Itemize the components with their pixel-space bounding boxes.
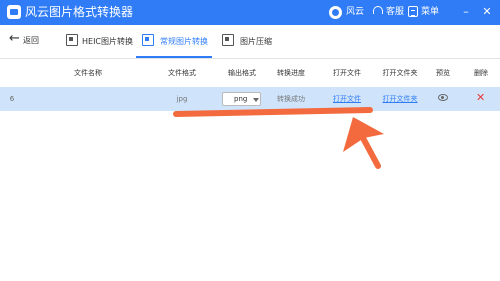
app-logo-icon bbox=[7, 5, 21, 19]
tab-image-compress[interactable]: 图片压缩 bbox=[218, 25, 278, 58]
open-file-link[interactable]: 打开文件 bbox=[333, 95, 361, 104]
tab-bar: ← 返回 HEIC图片转换 常规图片转换 图片压缩 bbox=[0, 25, 500, 59]
close-button[interactable]: ✕ bbox=[480, 5, 494, 19]
app-title: 风云图片格式转换器 bbox=[25, 5, 134, 19]
table-header: 文件名称 文件格式 输出格式 转换进度 打开文件 打开文件夹 预览 删除 bbox=[0, 59, 500, 88]
tab-label: HEIC图片转换 bbox=[82, 37, 134, 46]
chevron-down-icon bbox=[253, 98, 259, 102]
tab-label: 图片压缩 bbox=[240, 37, 272, 46]
heic-image-icon bbox=[66, 34, 78, 46]
row-index: 6 bbox=[9, 95, 15, 103]
file-list-empty-area bbox=[0, 111, 500, 281]
menu-icon[interactable] bbox=[408, 6, 418, 17]
fengyun-brand-icon[interactable] bbox=[329, 6, 342, 19]
row-progress-status: 转换成功 bbox=[277, 95, 305, 103]
header-delete: 删除 bbox=[474, 69, 488, 77]
tab-heic-convert[interactable]: HEIC图片转换 bbox=[62, 25, 134, 58]
tab-regular-convert[interactable]: 常规图片转换 bbox=[136, 25, 212, 58]
tab-label: 常规图片转换 bbox=[160, 37, 208, 46]
image-compress-icon bbox=[222, 34, 234, 46]
header-open-file: 打开文件 bbox=[333, 69, 361, 77]
image-convert-icon bbox=[142, 34, 154, 46]
output-format-select[interactable]: png bbox=[222, 92, 261, 106]
header-open-folder: 打开文件夹 bbox=[382, 69, 418, 77]
menu-button[interactable]: 菜单 bbox=[421, 7, 439, 18]
brand-link[interactable]: 风云 bbox=[346, 7, 364, 18]
row-format: jpg bbox=[176, 95, 188, 103]
header-output-format: 输出格式 bbox=[228, 69, 256, 77]
headset-icon[interactable] bbox=[373, 6, 383, 14]
back-label: 返回 bbox=[23, 36, 39, 45]
header-filename: 文件名称 bbox=[74, 69, 102, 77]
title-bar: 风云图片格式转换器 风云 客服 菜单 – ✕ bbox=[0, 0, 500, 25]
delete-icon[interactable]: ✕ bbox=[476, 92, 485, 103]
preview-eye-icon[interactable] bbox=[438, 94, 448, 101]
table-row[interactable]: 6 jpg png 转换成功 打开文件 打开文件夹 ✕ bbox=[0, 87, 500, 111]
open-folder-link[interactable]: 打开文件夹 bbox=[383, 95, 418, 104]
header-preview: 预览 bbox=[436, 69, 450, 77]
back-arrow-icon: ← bbox=[9, 31, 20, 46]
minimize-button[interactable]: – bbox=[459, 5, 473, 19]
header-format: 文件格式 bbox=[168, 69, 196, 77]
output-format-value: png bbox=[234, 95, 248, 103]
support-button[interactable]: 客服 bbox=[386, 7, 404, 18]
active-tab-indicator bbox=[136, 56, 212, 58]
header-progress: 转换进度 bbox=[277, 69, 305, 77]
